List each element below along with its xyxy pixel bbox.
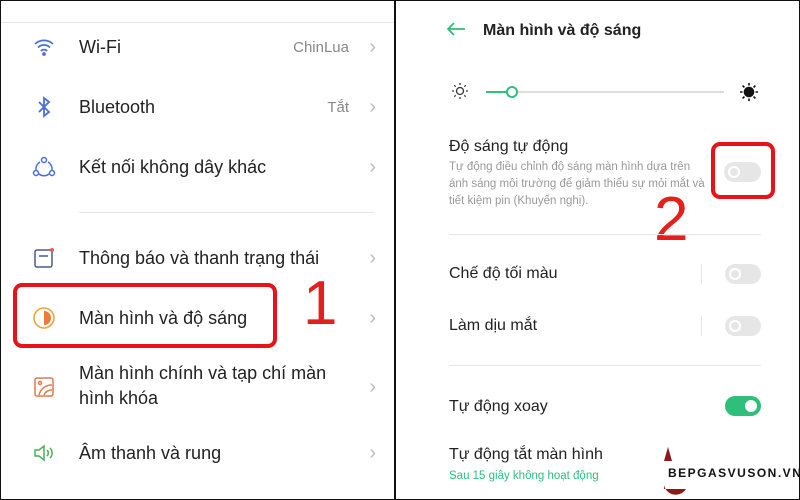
divider [701,316,702,336]
item-label: Kết nối không dây khác [79,156,267,177]
wifi-icon [31,34,57,60]
brightness-low-icon [452,83,468,104]
eye-comfort-toggle[interactable] [725,316,761,336]
brightness-slider[interactable] [486,86,724,98]
item-value: ChinLua [293,38,349,56]
settings-item-other-connections[interactable]: Kết nối không dây khác › [1,153,394,181]
item-label: Thông báo và thanh trạng thái [79,247,320,268]
screen-timeout-title[interactable]: Tự động tắt màn hình [449,446,603,464]
speaker-icon [31,440,57,466]
chevron-right-icon: › [369,155,376,178]
settings-item-wifi[interactable]: Wi-Fi ChinLua › [1,33,394,61]
divider [79,212,374,213]
divider [449,234,761,235]
toggle-knob [729,320,741,332]
eye-comfort-title: Làm dịu mắt [449,317,538,334]
chevron-right-icon: › [369,375,376,398]
settings-item-notifications[interactable]: Thông báo và thanh trạng thái › [1,244,394,272]
item-label: Wi-Fi [79,36,121,57]
item-value: Tắt [327,98,349,116]
auto-brightness-title: Độ sáng tự động [449,138,569,155]
settings-list-panel: Wi-Fi ChinLua › Bluetooth Tắt › Kết nối … [0,0,395,500]
item-label: Bluetooth [79,96,156,117]
step-number: 2 [654,185,689,254]
item-label: Màn hình chính và tạp chí màn hình khóa [79,363,327,408]
watermark-text: BEPGASVUSON.VN [668,466,800,480]
chevron-right-icon: › [369,246,376,269]
divider [701,264,702,284]
auto-rotate-title: Tự động xoay [449,398,548,415]
auto-rotate-toggle[interactable] [725,396,761,416]
settings-item-sound[interactable]: Âm thanh và rung › [1,439,394,467]
brightness-high-icon [740,83,758,106]
dark-mode-title: Chế độ tối màu [449,265,558,282]
connections-icon [31,154,57,180]
toggle-knob [729,268,741,280]
item-label: Âm thanh và rung [79,442,222,463]
dark-mode-toggle[interactable] [725,264,761,284]
divider [449,365,761,366]
page-title: Màn hình và độ sáng [483,22,642,39]
chevron-right-icon: › [369,95,376,118]
chevron-right-icon: › [369,441,376,464]
display-brightness-panel: Màn hình và độ sáng Độ sáng tự động Tự đ… [395,0,800,500]
brightness-slider-handle[interactable] [506,86,519,98]
step-number: 1 [303,269,338,338]
bluetooth-icon [31,94,57,120]
settings-item-bluetooth[interactable]: Bluetooth Tắt › [1,93,394,121]
back-arrow-icon[interactable] [446,21,466,42]
toggle-knob [745,400,757,412]
divider [1,22,394,23]
highlight-box [13,283,277,348]
wallpaper-icon [31,374,57,400]
chevron-right-icon: › [369,306,376,329]
settings-item-home-lockscreen[interactable]: Màn hình chính và tạp chí màn hình khóa … [1,361,394,413]
highlight-box [711,142,775,199]
notification-icon [31,245,57,271]
chevron-right-icon: › [369,35,376,58]
